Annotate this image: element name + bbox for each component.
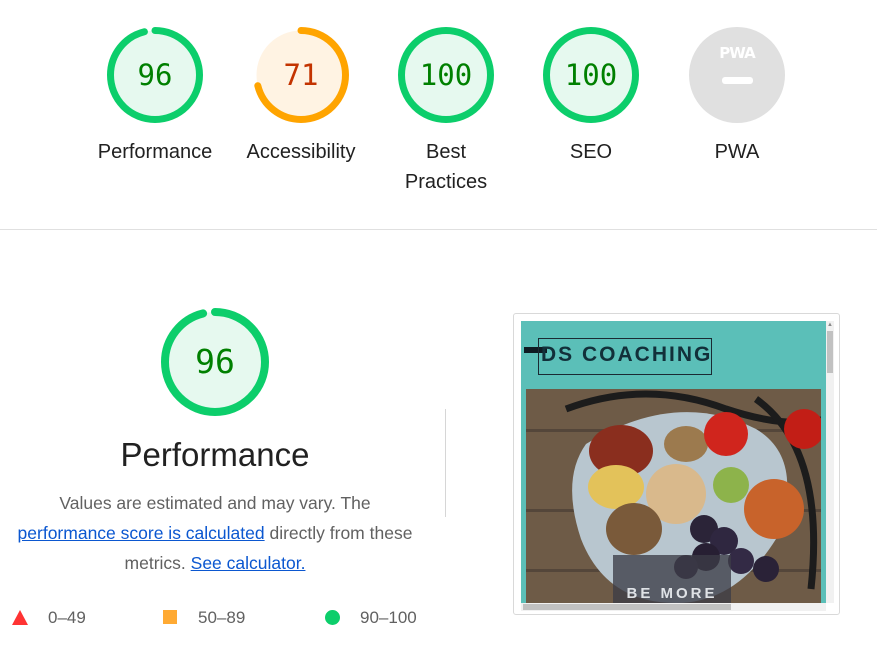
scroll-up-icon[interactable]: ▲: [827, 322, 833, 328]
cta-banner: BE MORE: [613, 555, 731, 603]
pwa-badge-text: PWA: [719, 44, 755, 62]
gauge-label: PWA: [714, 141, 760, 163]
gauge-label: Best Practices: [404, 141, 488, 193]
vertical-scroll-thumb[interactable]: [827, 331, 833, 373]
category-gauges: 96 Performance 71 Accessibility 100 Best…: [0, 0, 877, 230]
circle-icon: [325, 610, 340, 625]
pwa-badge-icon: [689, 27, 785, 123]
performance-score: 96: [195, 342, 235, 381]
score-calculated-link[interactable]: performance score is calculated: [18, 523, 265, 543]
gauge-performance[interactable]: 96 Performance: [82, 26, 228, 167]
square-icon: [163, 610, 177, 624]
see-calculator-link[interactable]: See calculator.: [191, 553, 306, 573]
performance-title: Performance: [120, 436, 310, 473]
horizontal-scroll-thumb[interactable]: [523, 604, 731, 610]
section-divider: [0, 229, 877, 230]
gauge-score: 100: [564, 58, 618, 92]
gauge-score: 100: [419, 58, 473, 92]
performance-description: Values are estimated and may vary. The p…: [8, 488, 422, 578]
gauge-seo[interactable]: 100 SEO: [518, 26, 664, 167]
triangle-icon: [12, 610, 28, 625]
performance-gauge: 96: [160, 307, 270, 417]
legend-label: 0–49: [48, 608, 86, 627]
gauge-accessibility[interactable]: 71 Accessibility: [228, 26, 374, 167]
hero-image: BE MORE: [526, 389, 821, 603]
legend-label: 90–100: [360, 608, 417, 627]
pwa-dash-icon: [722, 77, 753, 84]
gauge-pwa[interactable]: PWA PWA: [664, 26, 810, 167]
gauge-score: 96: [137, 58, 173, 92]
gauge-label: Performance: [97, 141, 213, 163]
cta-text: BE MORE: [626, 585, 718, 602]
screenshot-page: DS COACHING BE MORE: [521, 321, 826, 603]
brand-logo-text: DS COACHING: [541, 343, 713, 366]
gauge-label: SEO: [569, 141, 613, 163]
gauge-score: 71: [283, 58, 319, 92]
final-screenshot[interactable]: DS COACHING BE MORE ▲: [513, 313, 840, 615]
score-legend: 0–49 50–89 90–100: [0, 603, 440, 633]
vertical-divider: [445, 409, 446, 517]
horizontal-scrollbar[interactable]: [521, 603, 826, 611]
vertical-scrollbar[interactable]: ▲: [826, 321, 834, 603]
description-text: Values are estimated and may vary. The: [59, 493, 371, 513]
gauge-label: Accessibility: [246, 141, 356, 163]
legend-label: 50–89: [198, 608, 246, 627]
gauge-best-practices[interactable]: 100 Best Practices: [373, 26, 519, 197]
